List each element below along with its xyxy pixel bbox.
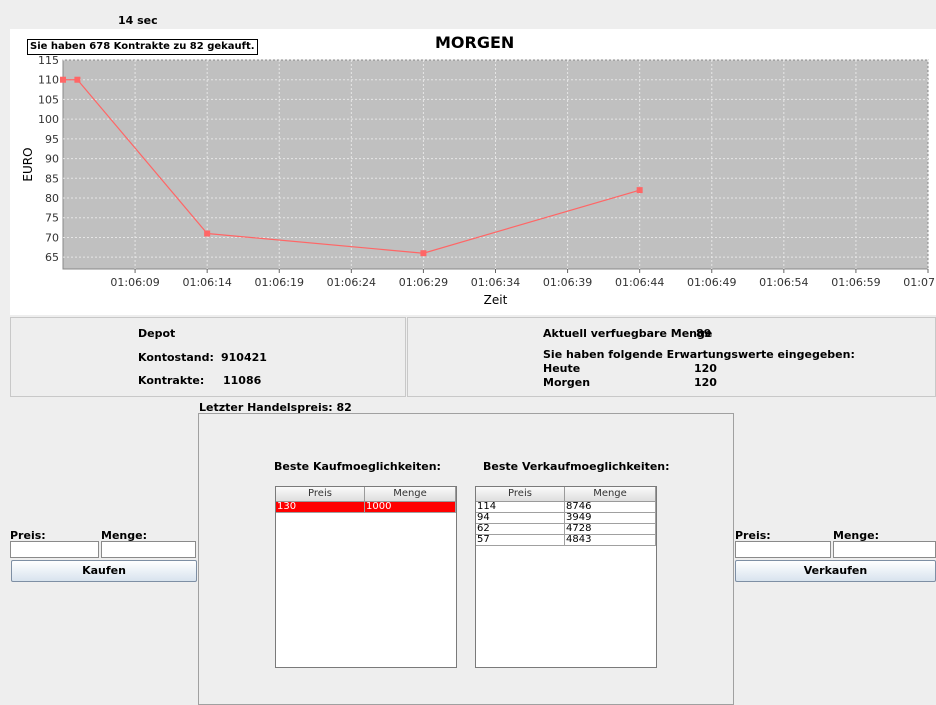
- table-row[interactable]: 130 1000: [276, 502, 456, 513]
- table-row[interactable]: 114 8746: [476, 502, 656, 513]
- table-cell: 8746: [565, 502, 656, 513]
- expectation-text: Sie haben folgende Erwartungswerte einge…: [543, 348, 855, 361]
- x-tick-label: 01:06:09: [110, 276, 159, 289]
- buy-book-title: Beste Kaufmoeglichkeiten:: [274, 460, 441, 473]
- price-point: [74, 76, 81, 83]
- depot-title: Depot: [138, 327, 176, 340]
- buy-header-qty[interactable]: Menge: [365, 487, 456, 502]
- y-tick-label: 95: [45, 133, 59, 146]
- sell-button[interactable]: Verkaufen: [735, 560, 936, 582]
- buy-book-table[interactable]: Preis Menge 130 1000: [275, 486, 457, 668]
- x-tick-label: 01:06:44: [615, 276, 664, 289]
- x-tick-label: 01:06:14: [182, 276, 231, 289]
- y-tick-label: 75: [45, 212, 59, 225]
- table-row[interactable]: 57 4843: [476, 535, 656, 546]
- x-tick-label: 01:06:34: [471, 276, 520, 289]
- table-cell: 114: [476, 502, 565, 513]
- price-point: [60, 76, 66, 83]
- x-tick-label: 01:06:39: [543, 276, 592, 289]
- y-tick-label: 70: [45, 231, 59, 244]
- y-axis-label: EURO: [21, 147, 35, 181]
- price-chart: 65 70 75 80 85 90 95 100 105 110 115 01:06:09 01:06:…: [21, 54, 936, 307]
- y-tick-label: 90: [45, 153, 59, 166]
- buy-header-price[interactable]: Preis: [276, 487, 365, 502]
- balance-label: Kontostand:: [138, 351, 214, 364]
- price-point: [636, 187, 643, 194]
- sell-header-qty[interactable]: Menge: [565, 487, 656, 502]
- today-label: Heute: [543, 362, 581, 375]
- balance-value: 910421: [221, 351, 267, 364]
- buy-qty-input[interactable]: [101, 541, 196, 558]
- buy-price-input[interactable]: [10, 541, 99, 558]
- contracts-label: Kontrakte:: [138, 374, 205, 387]
- countdown-timer: 14 sec: [118, 14, 158, 27]
- contracts-value: 11086: [223, 374, 262, 387]
- trade-message: Sie haben 678 Kontrakte zu 82 gekauft.: [27, 39, 258, 55]
- buy-button[interactable]: Kaufen: [11, 560, 197, 582]
- x-tick-label: 01:06:29: [399, 276, 448, 289]
- table-cell: 4843: [565, 535, 656, 546]
- x-tick-label: 01:06:19: [255, 276, 304, 289]
- y-tick-label: 65: [45, 251, 59, 264]
- sell-book-title: Beste Verkaufmoeglichkeiten:: [483, 460, 670, 473]
- table-row[interactable]: 94 3949: [476, 513, 656, 524]
- table-cell: 130: [276, 502, 365, 513]
- x-tick-label: 01:06:59: [831, 276, 880, 289]
- price-point: [204, 230, 211, 237]
- table-cell: 4728: [565, 524, 656, 535]
- x-axis-label: Zeit: [484, 293, 508, 307]
- x-tick-label: 01:06:54: [759, 276, 808, 289]
- table-cell: 62: [476, 524, 565, 535]
- x-tick-label: 01:06:24: [327, 276, 376, 289]
- sell-book-table[interactable]: Preis Menge 114 8746 94 3949 62 4728 57 …: [475, 486, 657, 668]
- y-tick-label: 85: [45, 172, 59, 185]
- table-cell: 57: [476, 535, 565, 546]
- x-tick-label: 01:07:04: [903, 276, 936, 289]
- today-value: 120: [694, 362, 717, 375]
- table-cell: 1000: [365, 502, 456, 513]
- sell-price-input[interactable]: [735, 541, 831, 558]
- table-row[interactable]: 62 4728: [476, 524, 656, 535]
- tomorrow-label: Morgen: [543, 376, 591, 389]
- table-cell: 94: [476, 513, 565, 524]
- y-tick-label: 100: [38, 113, 59, 126]
- depot-panel: Depot Kontostand: 910421 Kontrakte: 1108…: [10, 317, 406, 397]
- available-label: Aktuell verfuegbare Menge: [543, 327, 713, 340]
- order-book-panel: Beste Kaufmoeglichkeiten: Beste Verkaufm…: [198, 413, 734, 705]
- y-tick-label: 105: [38, 93, 59, 106]
- y-tick-label: 110: [38, 74, 59, 87]
- price-point: [420, 250, 427, 257]
- y-tick-label: 80: [45, 192, 59, 205]
- sell-header-price[interactable]: Preis: [476, 487, 565, 502]
- y-tick-label: 115: [38, 54, 59, 67]
- sell-qty-input[interactable]: [833, 541, 936, 558]
- chart-title: MORGEN: [435, 33, 515, 52]
- x-tick-label: 01:06:49: [687, 276, 736, 289]
- info-panel: Aktuell verfuegbare Menge 89 Sie haben f…: [407, 317, 936, 397]
- available-value: 89: [696, 327, 712, 340]
- table-cell: 3949: [565, 513, 656, 524]
- tomorrow-value: 120: [694, 376, 717, 389]
